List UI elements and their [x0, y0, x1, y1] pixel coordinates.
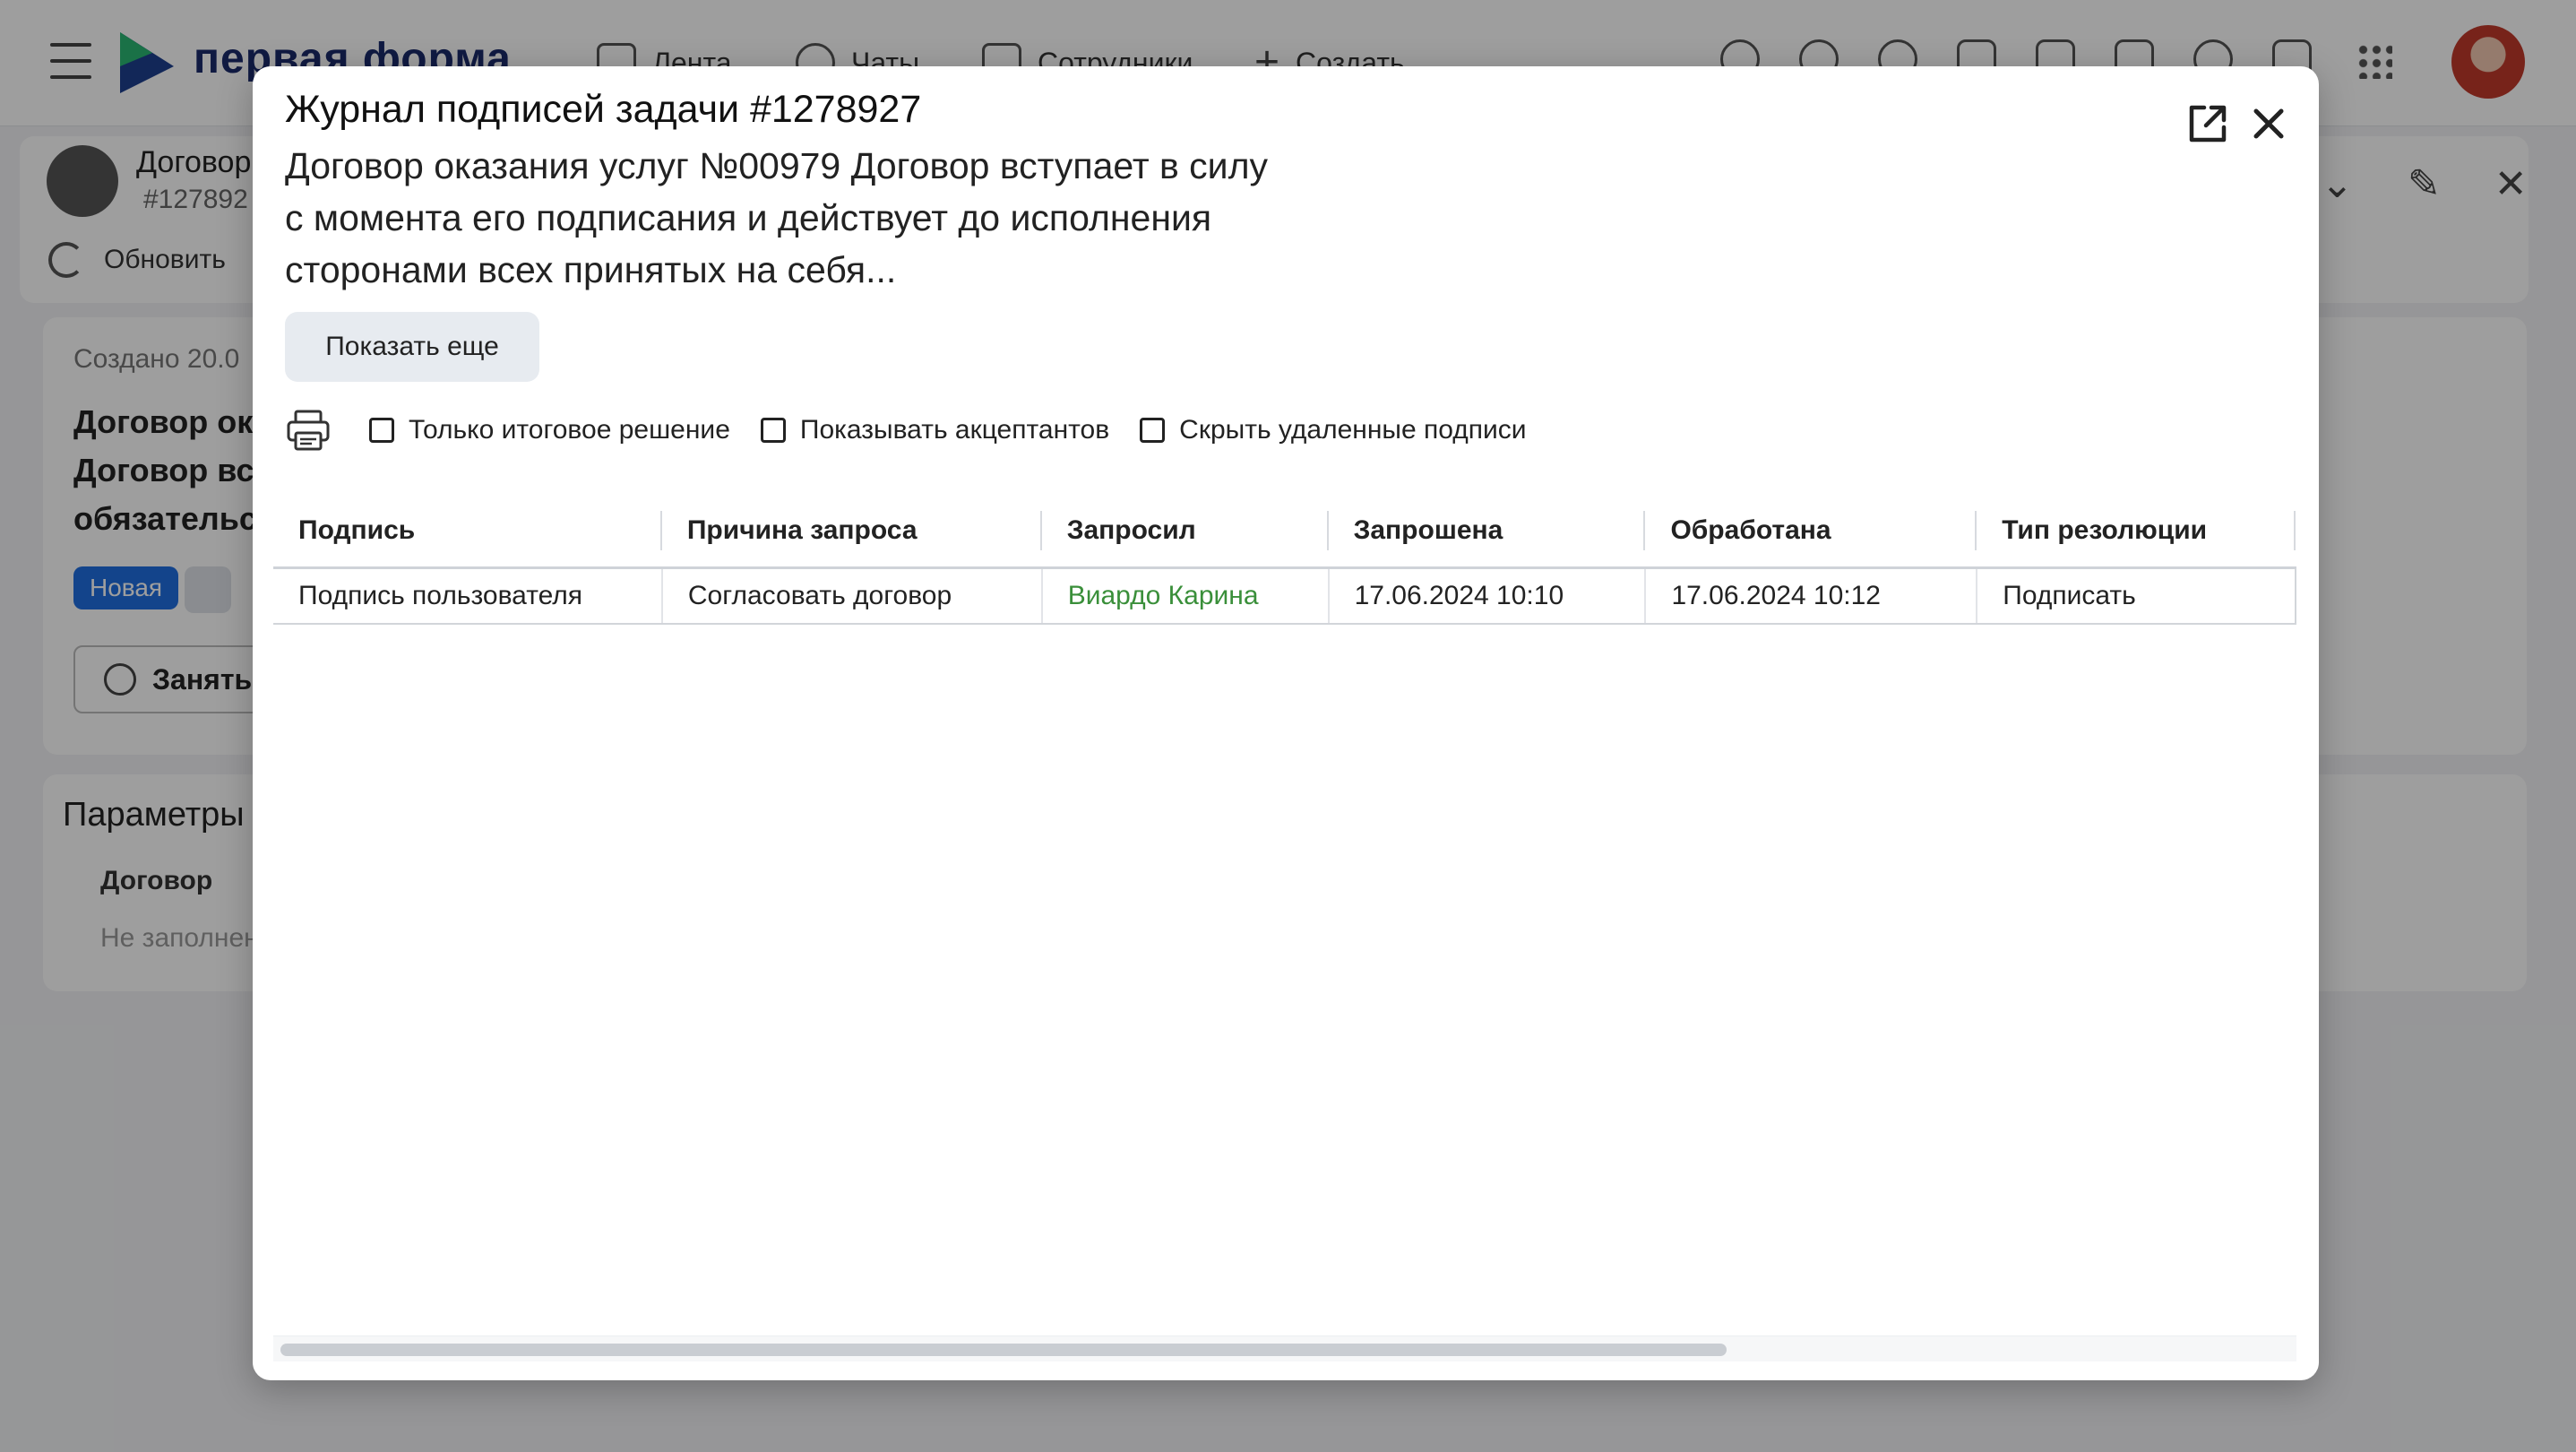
checkbox-box[interactable] — [1140, 418, 1166, 443]
print-icon[interactable] — [285, 407, 332, 454]
scrollbar-thumb[interactable] — [280, 1344, 1727, 1356]
close-icon[interactable] — [2244, 99, 2294, 149]
cell-signature: Подпись пользователя — [273, 567, 663, 625]
dialog-title: Журнал подписей задачи #1278927 — [285, 88, 922, 131]
column-header[interactable]: Запрошена — [1328, 495, 1646, 569]
filter-toolbar: Только итоговое решение Показывать акцеп… — [285, 402, 1557, 459]
hide-deleted-label: Скрыть удаленные подписи — [1179, 415, 1527, 445]
table-row[interactable]: Подпись пользователя Согласовать договор… — [273, 567, 2296, 625]
column-header[interactable]: Подпись — [273, 495, 662, 569]
open-external-icon[interactable] — [2183, 99, 2233, 149]
final-only-label: Только итоговое решение — [409, 415, 730, 445]
cell-reason: Согласовать договор — [661, 567, 1043, 625]
column-header[interactable]: Обработана — [1645, 495, 1977, 569]
checkbox-box[interactable] — [369, 418, 394, 443]
show-acceptants-checkbox[interactable]: Показывать акцептантов — [760, 415, 1110, 445]
column-header[interactable]: Запросил — [1041, 495, 1329, 569]
cell-requested-at: 17.06.2024 10:10 — [1328, 567, 1647, 625]
cell-processed-at: 17.06.2024 10:12 — [1645, 567, 1978, 625]
checkbox-box[interactable] — [760, 418, 786, 443]
horizontal-scrollbar[interactable] — [273, 1335, 2296, 1361]
table-header-row: Подпись Причина запроса Запросил Запроше… — [273, 495, 2296, 569]
column-header[interactable]: Тип резолюции — [1977, 495, 2296, 569]
show-acceptants-label: Показывать акцептантов — [799, 415, 1110, 445]
hide-deleted-checkbox[interactable]: Скрыть удаленные подписи — [1140, 415, 1527, 445]
signature-log-dialog: Журнал подписей задачи #1278927 Договор … — [253, 66, 2319, 1380]
show-more-button[interactable]: Показать еще — [285, 312, 539, 382]
cell-resolution: Подписать — [1977, 567, 2296, 625]
dialog-description: Договор оказания услуг №00979 Договор вс… — [285, 145, 1268, 290]
signatures-table: Подпись Причина запроса Запросил Запроше… — [273, 495, 2296, 625]
final-only-checkbox[interactable]: Только итоговое решение — [369, 415, 730, 445]
cell-requested-by-link[interactable]: Виардо Карина — [1041, 567, 1330, 625]
column-header[interactable]: Причина запроса — [661, 495, 1042, 569]
